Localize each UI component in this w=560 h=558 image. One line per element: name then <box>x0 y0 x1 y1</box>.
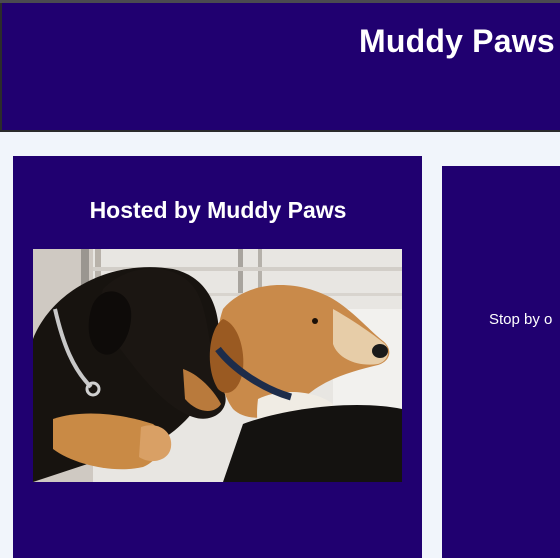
site-title: Muddy Paws <box>359 23 555 59</box>
dogs-photo <box>33 249 402 482</box>
hosted-card-title: Hosted by Muddy Paws <box>89 197 347 223</box>
visit-card <box>442 166 560 558</box>
site-header: Muddy Paws <box>0 3 560 132</box>
